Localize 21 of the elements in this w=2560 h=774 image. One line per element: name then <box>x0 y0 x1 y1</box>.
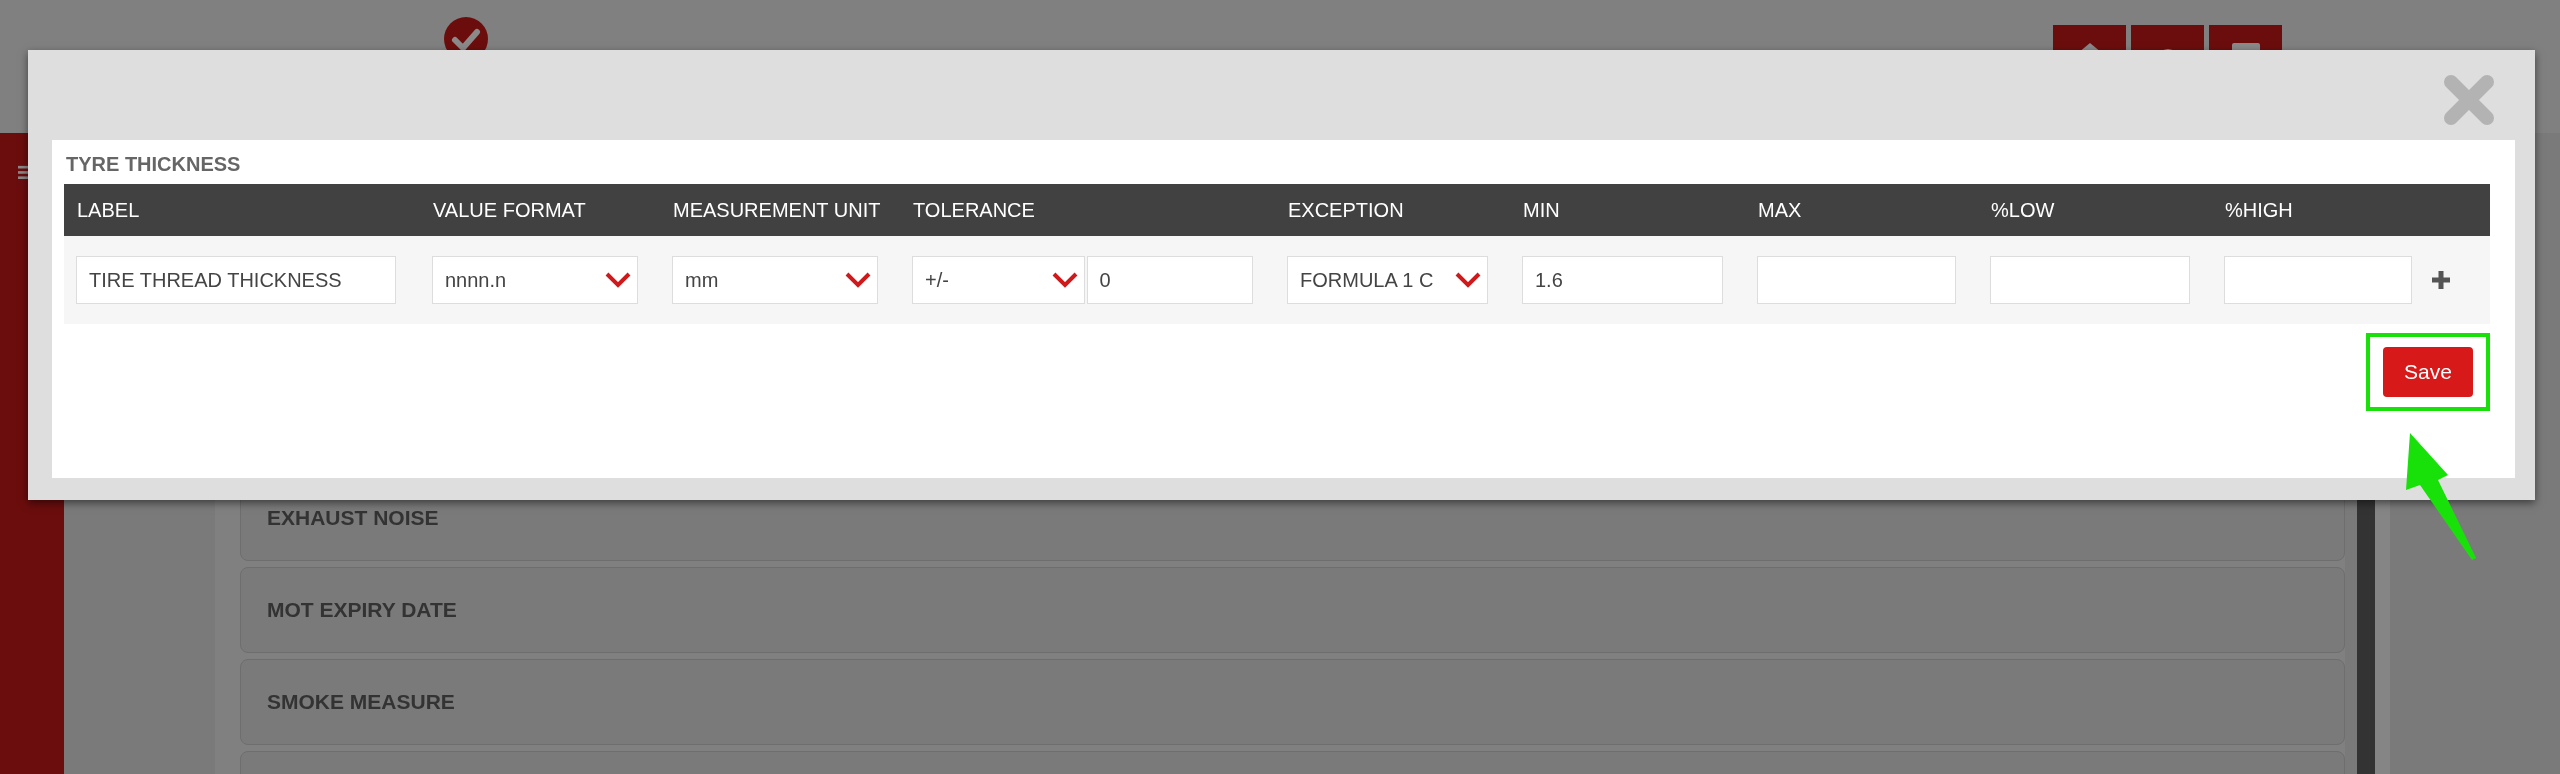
dropdown-field[interactable]: nnnn.n <box>432 256 638 304</box>
dropdown-field[interactable]: mm <box>672 256 878 304</box>
section-title: TYRE THICKNESS <box>65 152 242 177</box>
column-header: VALUE FORMAT <box>433 198 586 221</box>
item-title: EXHAUST NOISE <box>267 506 439 530</box>
dropdown-field[interactable]: FORMULA 1 C <box>1287 256 1488 304</box>
column-header: %HIGH <box>2225 198 2293 221</box>
column-header: MAX <box>1758 198 1802 221</box>
item-title: MOT EXPIRY DATE <box>267 598 457 622</box>
column-header: EXCEPTION <box>1288 198 1404 221</box>
input-field[interactable]: TIRE THREAD THICKNESS <box>76 256 396 304</box>
item-title: SMOKE MEASURE <box>267 690 455 714</box>
column-header: %LOW <box>1991 198 2055 221</box>
input-field[interactable]: 1.6 <box>1522 256 1723 304</box>
column-header: LABEL <box>77 198 140 221</box>
column-header: TOLERANCE <box>913 198 1035 221</box>
column-header: MIN <box>1523 198 1560 221</box>
save-button[interactable]: Save <box>2383 347 2473 397</box>
column-header: MEASUREMENT UNIT <box>673 198 881 221</box>
dropdown-field[interactable]: +/- <box>912 256 1085 304</box>
input-field[interactable]: 0 <box>1086 256 1253 304</box>
